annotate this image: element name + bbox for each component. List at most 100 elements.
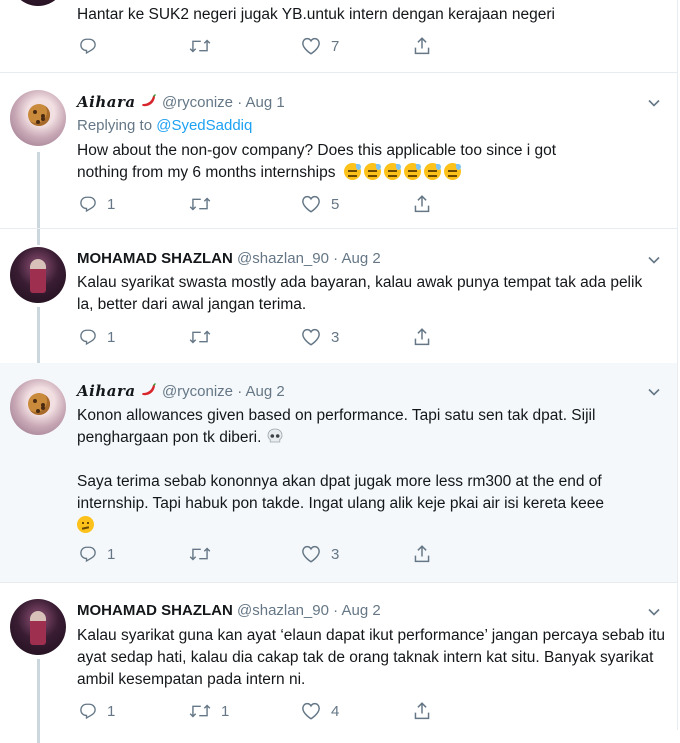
tweet-date[interactable]: · Aug 1 xyxy=(237,94,285,111)
retweet-button[interactable] xyxy=(189,36,221,56)
reply-button[interactable]: 1 xyxy=(79,194,115,214)
retweet-button[interactable] xyxy=(189,194,221,214)
like-count: 3 xyxy=(331,545,340,563)
tweet-header: MOHAMAD SHAZLAN @shazlan_90 · Aug 2 xyxy=(77,602,381,619)
share-button[interactable] xyxy=(413,701,431,721)
reply-icon xyxy=(80,546,96,563)
avatar[interactable] xyxy=(10,379,66,435)
share-button[interactable] xyxy=(413,544,431,564)
reply-button[interactable]: 1 xyxy=(79,327,115,347)
share-button[interactable] xyxy=(413,36,431,56)
replying-to-link[interactable]: @SyedSaddiq xyxy=(156,117,252,134)
user-handle[interactable]: @ryconize xyxy=(162,94,233,111)
like-icon xyxy=(302,545,320,563)
replying-label: Replying to xyxy=(77,117,153,134)
retweet-icon xyxy=(189,197,211,211)
chevron-down-icon[interactable] xyxy=(648,386,660,398)
tweet-4[interactable]: MOHAMAD SHAZLAN @shazlan_90 · Aug 2 Kala… xyxy=(0,583,677,743)
reply-count: 1 xyxy=(107,328,116,346)
reply-icon xyxy=(80,329,96,346)
tweet-1[interactable]: Aihara @ryconize · Aug 1 Replying to @Sy… xyxy=(0,72,677,229)
reply-count: 1 xyxy=(107,702,116,720)
tweet-actions: 1 5 xyxy=(77,194,457,214)
tweet-text: Hantar ke SUK2 negeri jugak YB.untuk int… xyxy=(77,6,555,23)
reply-icon xyxy=(80,703,96,720)
like-count: 3 xyxy=(331,328,340,346)
chili-pepper-emoji xyxy=(142,94,156,107)
share-button[interactable] xyxy=(413,194,431,214)
tweet-text: Kalau syarikat guna kan ayat ‘elaun dapa… xyxy=(77,627,665,688)
tweet-paragraph-1: Konon allowances given based on performa… xyxy=(77,407,596,446)
like-button[interactable]: 4 xyxy=(301,701,339,721)
retweet-button[interactable] xyxy=(189,327,221,347)
share-icon xyxy=(414,328,430,346)
skull-emoji xyxy=(267,428,283,443)
tweet-text: Konon allowances given based on performa… xyxy=(77,405,667,537)
sweat-face-emojis xyxy=(343,163,464,181)
tweet-date[interactable]: · Aug 2 xyxy=(237,383,285,400)
like-count: 7 xyxy=(331,37,340,55)
tweet-actions: 1 1 4 xyxy=(77,701,457,721)
tweet-text-line-1: How about the non-gov company? Does this… xyxy=(77,142,557,159)
share-button[interactable] xyxy=(413,327,431,347)
tweet-0[interactable]: Hantar ke SUK2 negeri jugak YB.untuk int… xyxy=(0,0,677,73)
display-name[interactable]: MOHAMAD SHAZLAN xyxy=(77,602,233,619)
user-handle[interactable]: @shazlan_90 xyxy=(237,250,329,267)
chili-pepper-emoji xyxy=(142,383,156,396)
reply-count: 1 xyxy=(107,545,116,563)
tweet-date[interactable]: · Aug 2 xyxy=(333,250,381,267)
like-icon xyxy=(302,702,320,720)
like-button[interactable]: 5 xyxy=(301,194,339,214)
chevron-down-icon[interactable] xyxy=(648,254,660,266)
share-icon xyxy=(414,702,430,720)
chevron-down-icon[interactable] xyxy=(648,606,660,618)
avatar[interactable] xyxy=(10,0,66,6)
tweet-date[interactable]: · Aug 2 xyxy=(333,602,381,619)
tweet-header: Aihara @ryconize · Aug 2 xyxy=(77,382,285,400)
like-count: 5 xyxy=(331,195,340,213)
tweet-2[interactable]: MOHAMAD SHAZLAN @shazlan_90 · Aug 2 Kala… xyxy=(0,229,677,363)
user-handle[interactable]: @ryconize xyxy=(162,383,233,400)
retweet-button[interactable] xyxy=(189,544,221,564)
thread-line xyxy=(37,229,40,245)
reply-icon xyxy=(80,196,96,213)
tweet-text: Kalau syarikat swasta mostly ada bayaran… xyxy=(77,274,643,313)
reply-button[interactable]: 1 xyxy=(79,701,115,721)
retweet-icon xyxy=(189,547,211,561)
share-icon xyxy=(414,37,430,55)
like-button[interactable]: 3 xyxy=(301,327,339,347)
tweet-text: How about the non-gov company? Does this… xyxy=(77,140,667,184)
retweet-button[interactable]: 1 xyxy=(189,701,229,721)
share-icon xyxy=(414,545,430,563)
retweet-icon xyxy=(189,704,211,718)
user-handle[interactable]: @shazlan_90 xyxy=(237,602,329,619)
thread-line xyxy=(37,659,40,743)
avatar[interactable] xyxy=(10,247,66,303)
reply-button[interactable]: 1 xyxy=(79,544,115,564)
like-icon xyxy=(302,195,320,213)
retweet-count: 1 xyxy=(221,702,230,720)
like-count: 4 xyxy=(331,702,340,720)
tweet-feed: Hantar ke SUK2 negeri jugak YB.untuk int… xyxy=(0,0,678,743)
avatar[interactable] xyxy=(10,599,66,655)
thread-line xyxy=(37,152,40,228)
tweet-text-line-2: nothing from my 6 months internships xyxy=(77,164,336,181)
retweet-icon xyxy=(189,330,211,344)
reply-button[interactable] xyxy=(79,36,107,56)
tweet-actions: 1 3 xyxy=(77,544,457,564)
replying-to: Replying to @SyedSaddiq xyxy=(77,117,252,134)
avatar[interactable] xyxy=(10,90,66,146)
thread-line xyxy=(37,307,40,363)
like-button[interactable]: 7 xyxy=(301,36,339,56)
chevron-down-icon[interactable] xyxy=(648,97,660,109)
tweet-header: Aihara @ryconize · Aug 1 xyxy=(77,93,285,111)
reply-icon xyxy=(80,38,96,55)
display-name[interactable]: Aihara xyxy=(77,93,136,111)
confused-face-emoji xyxy=(77,516,94,533)
like-button[interactable]: 3 xyxy=(301,544,339,564)
tweet-3[interactable]: Aihara @ryconize · Aug 2 Konon allowance… xyxy=(0,363,677,583)
display-name[interactable]: MOHAMAD SHAZLAN xyxy=(77,250,233,267)
tweet-actions: 7 xyxy=(77,36,457,56)
tweet-actions: 1 3 xyxy=(77,327,457,347)
display-name[interactable]: Aihara xyxy=(77,382,136,400)
